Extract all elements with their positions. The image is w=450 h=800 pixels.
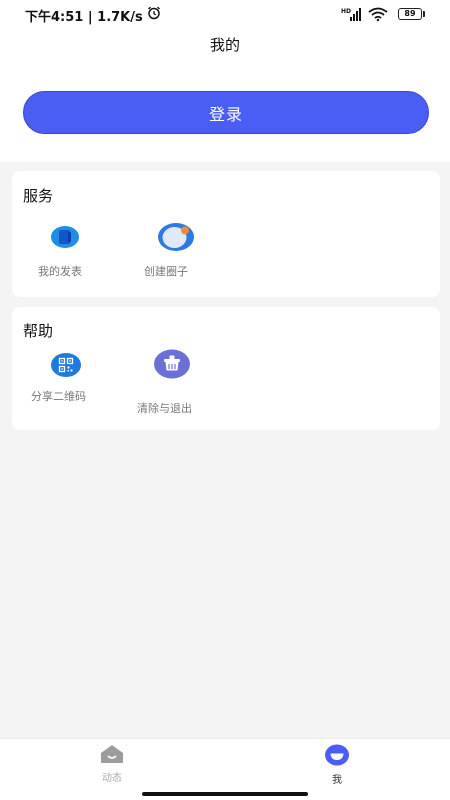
profile-header: 我的 登录 (0, 28, 450, 162)
nav-label-me: 我 (332, 775, 342, 786)
signal-icon: HD (341, 8, 361, 21)
clear-exit-item[interactable]: 清除与退出 (132, 349, 216, 415)
battery-indicator: 89 (398, 8, 422, 20)
wifi-icon (368, 7, 388, 21)
share-qr-item[interactable]: 分享二维码 (24, 349, 108, 409)
help-card: 帮助 分享二维码 清除与退出 (12, 307, 440, 430)
status-speed: 1.7K/s (97, 10, 143, 25)
login-button[interactable]: 登录 (23, 91, 429, 134)
nav-label-dynamics: 动态 (102, 773, 122, 784)
page-title: 我的 (209, 36, 240, 54)
my-posts-icon (51, 226, 79, 248)
profile-page: 下午4:51 | 1.7K/s HD 89 我的 登录 服务 我的发表 创建圈子… (0, 0, 450, 800)
create-circle-item[interactable]: 创建圈子 (136, 221, 216, 281)
profile-icon (325, 744, 349, 766)
qr-code-icon (51, 353, 81, 377)
share-qr-label: 分享二维码 (31, 390, 86, 403)
my-posts-label: 我的发表 (38, 265, 82, 278)
my-posts-item[interactable]: 我的发表 (30, 221, 102, 281)
status-bar: 下午4:51 | 1.7K/s HD 89 (0, 0, 450, 28)
bottom-nav: 动态 我 (0, 738, 450, 800)
help-title: 帮助 (23, 322, 54, 340)
status-time: 下午4:51 (25, 10, 84, 25)
home-icon (101, 745, 123, 763)
clear-basket-icon (154, 349, 190, 379)
create-circle-label: 创建圈子 (144, 265, 188, 278)
battery-tip (423, 11, 425, 17)
status-divider: | (87, 10, 98, 25)
alarm-icon (148, 6, 160, 20)
home-indicator-bar[interactable] (142, 792, 308, 796)
create-circle-icon (158, 223, 194, 251)
status-time-speed: 下午4:51 | 1.7K/s (25, 6, 143, 25)
services-card: 服务 我的发表 创建圈子 (12, 171, 440, 297)
nav-item-dynamics[interactable]: 动态 (82, 744, 142, 784)
services-title: 服务 (23, 187, 54, 205)
clear-exit-label: 清除与退出 (137, 402, 192, 415)
network-type: HD (341, 8, 351, 15)
nav-item-me[interactable]: 我 (307, 744, 367, 786)
